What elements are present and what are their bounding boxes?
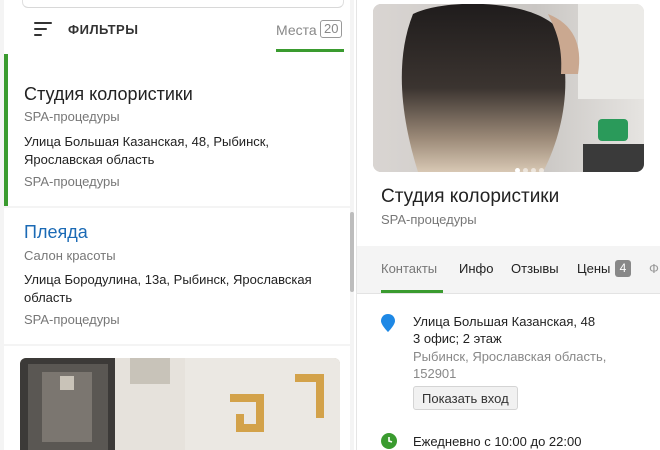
opening-hours: Ежедневно с 10:00 до 22:00 xyxy=(413,434,582,449)
filter-bar: ФИЛЬТРЫ Места 20 xyxy=(4,0,350,54)
address-street: Улица Большая Казанская, 48 xyxy=(413,314,596,329)
org-category: SPA-процедуры xyxy=(381,212,477,227)
filter-icon[interactable] xyxy=(34,22,52,36)
prices-count-badge: 4 xyxy=(615,260,631,277)
filters-button[interactable]: ФИЛЬТРЫ xyxy=(68,22,138,37)
org-title: Студия колористики xyxy=(381,186,560,207)
active-tab-indicator xyxy=(381,290,443,293)
address-office: 3 офис; 2 этаж xyxy=(413,331,502,346)
tab-info[interactable]: Инфо xyxy=(459,261,493,276)
result-subtitle: SPA-процедуры xyxy=(24,109,120,124)
result-address: Улица Бородулина, 13а, Рыбинск, Ярославс… xyxy=(24,272,312,305)
result-title[interactable]: Плеяда xyxy=(24,222,88,243)
tab-reviews[interactable]: Отзывы xyxy=(511,261,559,276)
result-title[interactable]: Студия колористики xyxy=(24,84,193,105)
map-pin-icon xyxy=(381,314,395,332)
result-card[interactable]: Плеяда Салон красоты Улица Бородулина, 1… xyxy=(4,208,350,344)
clock-icon xyxy=(381,433,397,449)
result-card[interactable] xyxy=(4,346,350,450)
result-subtitle: Салон красоты xyxy=(24,248,116,263)
details-panel: Студия колористики SPA-процедуры Контакт… xyxy=(356,0,660,450)
filter-bar-edge xyxy=(22,0,344,8)
result-card-selected[interactable]: Студия колористики SPA-процедуры Улица Б… xyxy=(4,54,350,206)
details-tabs: Контакты Инфо Отзывы Цены 4 Ф xyxy=(357,246,660,294)
results-panel: Студия колористики SPA-процедуры Улица Б… xyxy=(0,0,354,450)
show-entrance-button[interactable]: Показать вход xyxy=(413,386,518,410)
tab-places[interactable]: Места 20 xyxy=(276,20,344,52)
result-category: SPA-процедуры xyxy=(24,174,120,189)
results-scrollbar[interactable] xyxy=(350,212,354,292)
result-category: SPA-процедуры xyxy=(24,312,120,327)
places-count-badge: 20 xyxy=(320,20,343,38)
places-label: Места xyxy=(276,22,317,38)
result-address: Улица Большая Казанская, 48, Рыбинск, Яр… xyxy=(24,134,270,167)
tab-prices[interactable]: Цены xyxy=(577,261,610,276)
photo-carousel-dots[interactable] xyxy=(515,160,547,172)
result-photo[interactable] xyxy=(20,358,340,450)
address-city: Рыбинск, Ярославская область, 152901 xyxy=(413,349,607,381)
tab-contacts[interactable]: Контакты xyxy=(381,261,437,276)
org-photo[interactable] xyxy=(373,4,644,172)
tab-photos-partial[interactable]: Ф xyxy=(649,261,659,276)
